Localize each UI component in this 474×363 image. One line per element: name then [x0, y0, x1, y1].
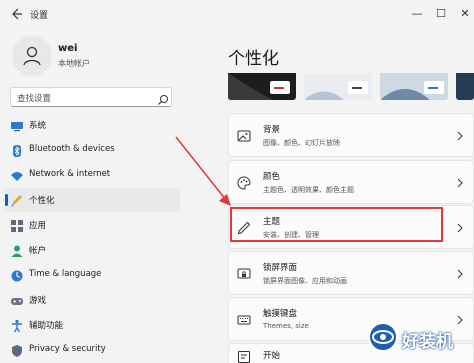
sidebar-item-label: Time & language [29, 269, 102, 279]
card-background[interactable]: 背景 图像、颜色、幻灯片放映 [228, 113, 474, 157]
watermark-logo [368, 322, 398, 352]
back-arrow-icon[interactable] [8, 6, 24, 22]
avatar [12, 36, 52, 76]
card-colors[interactable]: 颜色 主题色、透明效果、颜色主题 [228, 160, 474, 204]
card-subtitle: Themes, size [263, 322, 309, 330]
sidebar-item-accessibility[interactable]: 辅助功能 [4, 313, 180, 337]
sidebar-item-accounts[interactable]: 帐户 [4, 238, 180, 262]
start-icon [237, 349, 251, 363]
theme-thumbnail[interactable] [228, 73, 296, 100]
sidebar-item-gaming[interactable]: 游戏 [4, 288, 180, 312]
sidebar-item-label: 系统 [29, 121, 47, 131]
card-title: 颜色 [263, 172, 281, 182]
minimize-button[interactable]: — [408, 6, 426, 20]
wifi-icon [10, 168, 24, 182]
maximize-button[interactable]: ☐ [432, 6, 450, 20]
page-title: 个性化 [228, 49, 279, 69]
search-icon [157, 91, 169, 105]
card-subtitle: 图像、颜色、幻灯片放映 [263, 139, 340, 147]
sidebar-item-label: 游戏 [29, 296, 47, 306]
card-subtitle: 安装、创建、管理 [263, 231, 319, 239]
theme-previews [228, 73, 474, 100]
sidebar-item-privacy-security[interactable]: Privacy & security [4, 338, 180, 362]
search-input[interactable]: 查找设置 [10, 87, 172, 107]
sidebar-item-label: Privacy & security [29, 344, 106, 354]
sidebar-item-time-language[interactable]: Time & language [4, 263, 180, 287]
person-icon [23, 46, 41, 66]
keyboard-icon [237, 312, 251, 326]
card-title: 锁屏界面 [263, 263, 298, 273]
lock-screen-icon [237, 266, 251, 280]
title-bar: 设置 — ☐ ✕ [0, 0, 474, 28]
sidebar-item-network[interactable]: Network & internet [4, 163, 180, 187]
card-title: 主题 [263, 217, 281, 227]
globe-clock-icon [10, 268, 24, 282]
user-name: wei [58, 43, 78, 54]
gamepad-icon [10, 293, 24, 307]
account-type: 本地帐户 [58, 59, 90, 68]
sidebar-item-label: Bluetooth & devices [29, 144, 115, 154]
image-icon [237, 128, 251, 142]
sidebar-item-apps[interactable]: 应用 [4, 213, 180, 237]
apps-icon [10, 218, 24, 232]
sidebar-item-label: 应用 [29, 221, 47, 231]
card-subtitle: 主题色、透明效果、颜色主题 [263, 186, 354, 194]
sidebar-item-personalization[interactable]: 个性化 [4, 188, 180, 212]
card-themes[interactable]: 主题 安装、创建、管理 [228, 205, 474, 249]
card-title: 触摸键盘 [263, 309, 298, 319]
person-icon [10, 243, 24, 257]
sidebar-item-label: Network & internet [29, 169, 111, 179]
shield-icon [10, 343, 24, 357]
search-placeholder: 查找设置 [17, 94, 52, 104]
chevron-right-icon [455, 175, 465, 189]
window-title: 设置 [30, 11, 49, 21]
chevron-right-icon [455, 128, 465, 142]
brush-icon [10, 193, 24, 207]
accessibility-icon [10, 318, 24, 333]
card-lock-screen[interactable]: 锁屏界面 锁屏界面图像、应用和动画 [228, 251, 474, 295]
sidebar-item-label: 个性化 [29, 196, 55, 206]
monitor-icon [10, 118, 24, 132]
card-subtitle: 锁屏界面图像、应用和动画 [263, 277, 347, 285]
theme-thumbnail[interactable] [304, 73, 372, 100]
palette-icon [237, 175, 251, 190]
sidebar-item-bluetooth[interactable]: Bluetooth & devices [4, 138, 180, 162]
theme-thumbnail[interactable] [380, 73, 448, 100]
card-title: 背景 [263, 125, 281, 135]
theme-thumbnail[interactable] [456, 73, 474, 100]
sidebar-item-label: 帐户 [29, 246, 47, 256]
pen-icon [237, 220, 251, 235]
close-button[interactable]: ✕ [456, 6, 474, 20]
chevron-right-icon [455, 266, 465, 280]
user-profile[interactable]: wei 本地帐户 [10, 36, 190, 76]
watermark: 好装机 [366, 316, 474, 363]
bluetooth-icon [10, 143, 24, 157]
sidebar-item-system[interactable]: 系统 [4, 113, 180, 137]
chevron-right-icon [455, 220, 465, 234]
card-title: 开始 [263, 351, 281, 361]
watermark-text: 好装机 [402, 332, 453, 352]
sidebar-item-label: 辅助功能 [29, 321, 64, 331]
